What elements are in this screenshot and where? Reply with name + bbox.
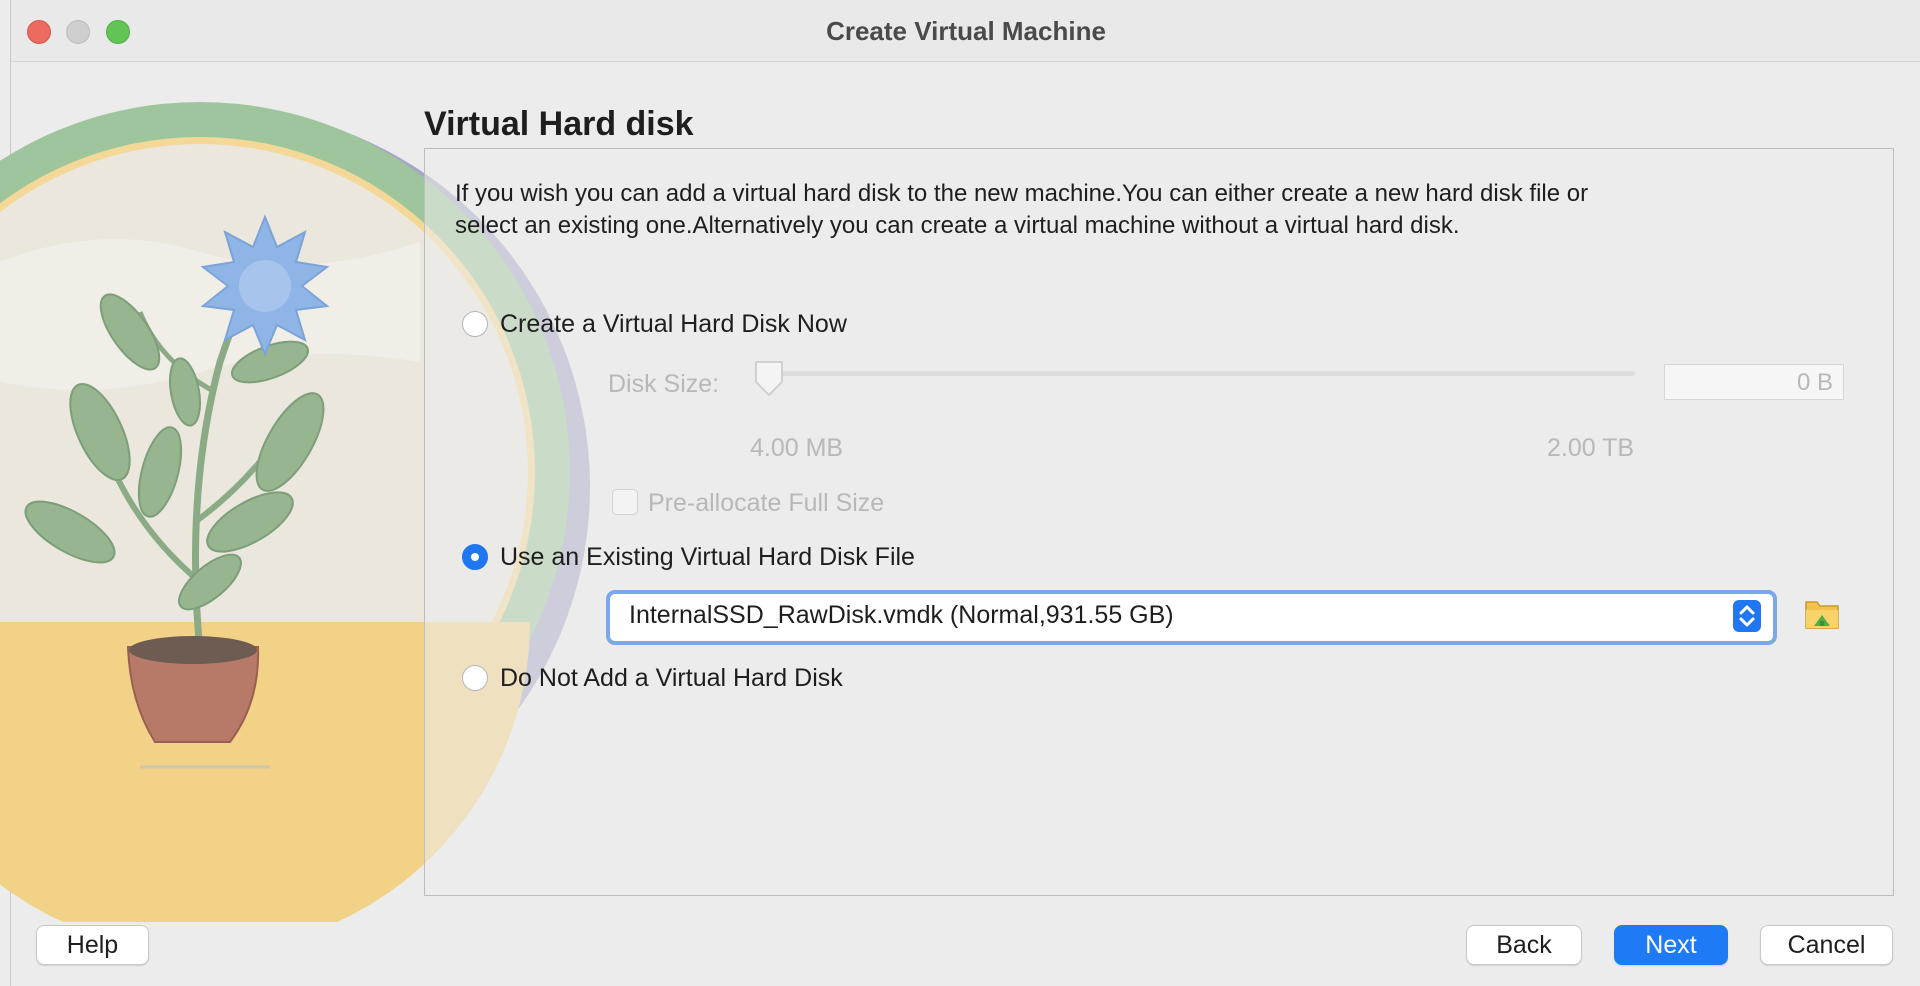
disk-size-slider[interactable] [760,371,1635,376]
help-button[interactable]: Help [36,925,149,965]
window-title: Create Virtual Machine [826,16,1106,46]
radio-do-not-add-label[interactable]: Do Not Add a Virtual Hard Disk [500,664,843,693]
slider-min-label: 4.00 MB [750,434,844,462]
disk-size-label: Disk Size: [608,370,720,398]
folder-open-icon[interactable] [1804,596,1840,630]
cancel-button[interactable]: Cancel [1760,925,1893,965]
radio-create-now-label[interactable]: Create a Virtual Hard Disk Now [500,310,847,339]
description-text: If you wish you can add a virtual hard d… [455,180,1589,239]
content-panel [424,148,1894,896]
title-bar: Create Virtual Machine [11,0,1920,62]
existing-disk-value[interactable]: InternalSSD_RawDisk.vmdk (Normal,931.55 … [629,601,1174,630]
page-title: Virtual Hard disk [424,105,694,143]
slider-max-label: 2.00 TB [1547,434,1635,462]
radio-do-not-add[interactable] [462,665,488,691]
disk-size-field[interactable]: 0 B [1664,364,1844,400]
radio-use-existing-label[interactable]: Use an Existing Virtual Hard Disk File [500,543,915,572]
preallocate-label: Pre-allocate Full Size [648,489,885,517]
next-button[interactable]: Next [1614,925,1728,965]
preallocate-checkbox[interactable] [612,489,638,515]
slider-thumb[interactable] [754,360,784,398]
back-button[interactable]: Back [1466,925,1582,965]
chevron-up-down-icon[interactable] [1733,600,1761,632]
radio-use-existing[interactable] [462,544,488,570]
radio-create-now[interactable] [462,311,488,337]
